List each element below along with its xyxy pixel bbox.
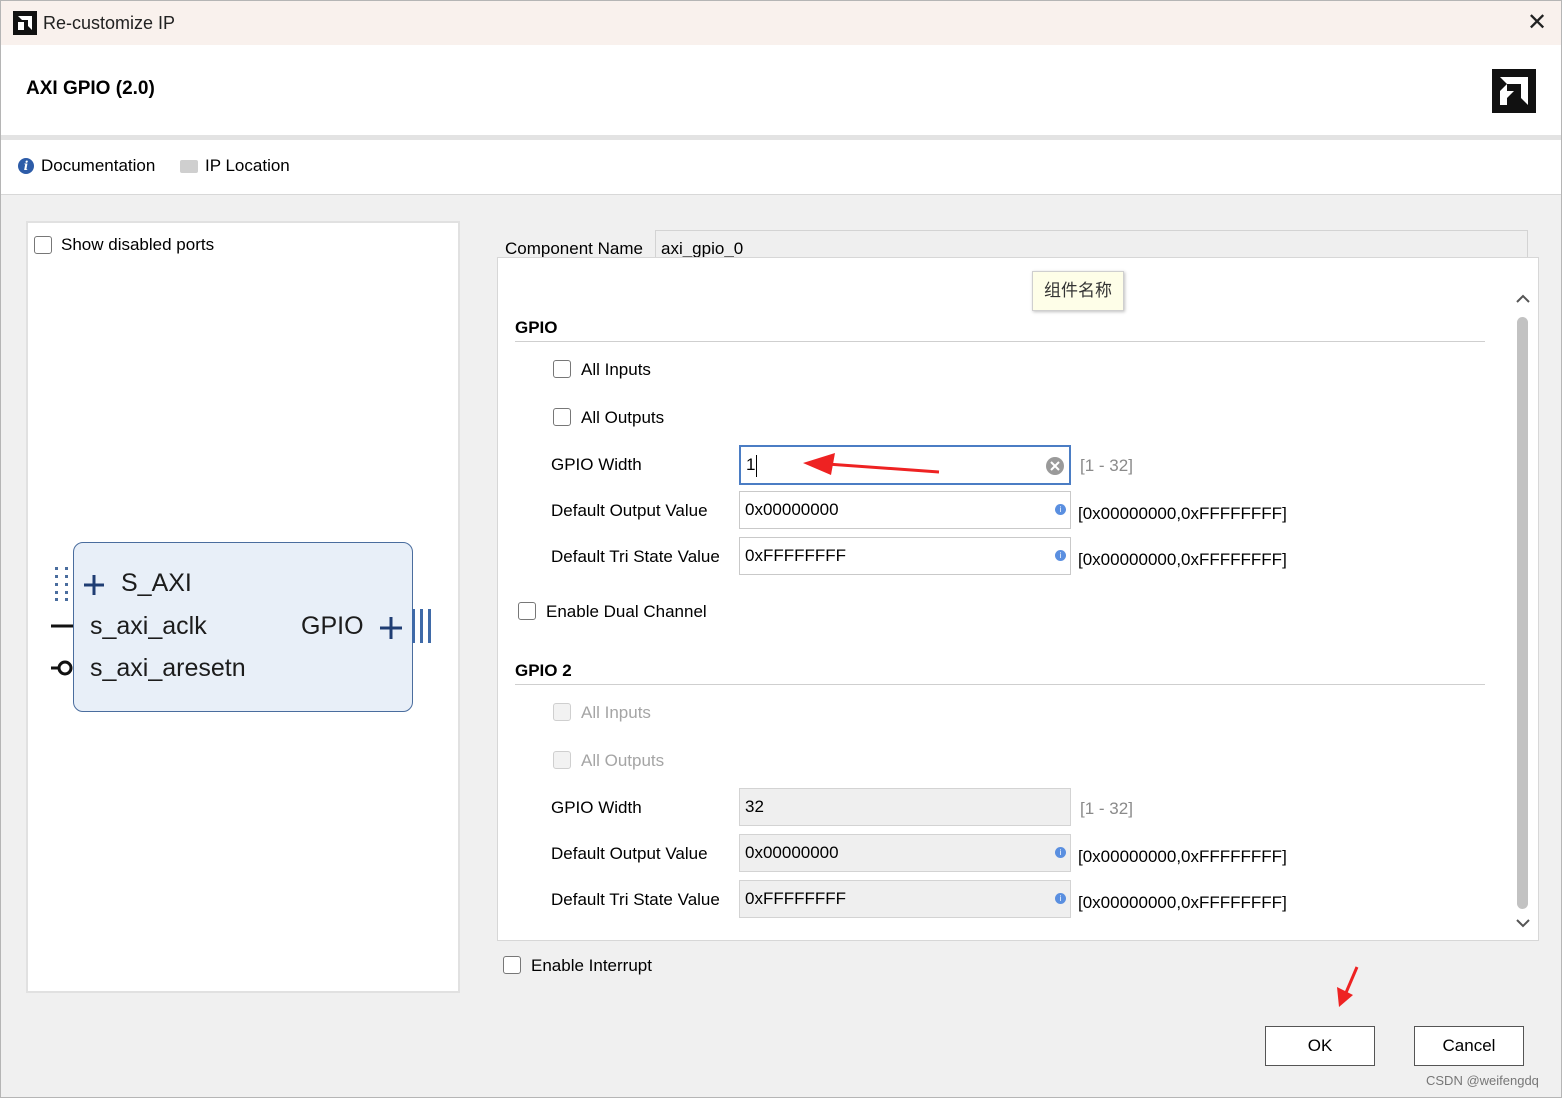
gpio2-all-inputs-label: All Inputs bbox=[581, 703, 651, 722]
folder-icon bbox=[180, 159, 198, 173]
gpio-default-output-value: 0x00000000 bbox=[745, 500, 839, 519]
app-logo-icon bbox=[13, 11, 37, 35]
ip-block-symbol: S_AXI s_axi_aclk s_axi_aresetn GPIO bbox=[73, 542, 413, 712]
ip-location-link[interactable]: IP Location bbox=[180, 156, 290, 176]
gpio-section-title: GPIO bbox=[515, 318, 558, 337]
gpio-width-value: 1 bbox=[746, 455, 756, 474]
gpio-all-outputs-label: All Outputs bbox=[581, 408, 665, 427]
gpio-default-output-range: [0x00000000,0xFFFFFFFF] bbox=[1078, 504, 1287, 523]
ip-location-label: IP Location bbox=[205, 156, 290, 175]
info-icon: i bbox=[1055, 504, 1066, 515]
cancel-button[interactable]: Cancel bbox=[1414, 1026, 1524, 1066]
gpio-tri-state-field[interactable]: 0xFFFFFFFF i bbox=[739, 537, 1071, 575]
gpio-all-outputs-checkbox[interactable] bbox=[553, 408, 571, 426]
gpio2-default-output-label: Default Output Value bbox=[551, 844, 708, 863]
enable-interrupt-checkbox[interactable] bbox=[503, 956, 521, 974]
enable-interrupt-label: Enable Interrupt bbox=[531, 956, 652, 975]
text-cursor bbox=[756, 454, 758, 477]
component-name-tooltip: 组件名称 bbox=[1032, 271, 1124, 311]
gpio2-tri-state-range: [0x00000000,0xFFFFFFFF] bbox=[1078, 893, 1287, 912]
documentation-label: Documentation bbox=[41, 156, 156, 175]
gpio2-default-output-field[interactable]: 0x00000000 i bbox=[739, 834, 1071, 872]
gpio2-all-outputs-checkbox[interactable] bbox=[553, 751, 571, 769]
dialog-window: Re-customize IP ✕ AXI GPIO (2.0) i Docum… bbox=[0, 0, 1562, 1098]
parameters-scrollbar[interactable] bbox=[1511, 289, 1535, 935]
info-icon: i bbox=[1055, 550, 1066, 561]
gpio2-width-label: GPIO Width bbox=[551, 798, 642, 817]
component-name-label: Component Name bbox=[505, 239, 643, 258]
expand-gpio-icon[interactable] bbox=[378, 615, 404, 641]
gpio2-tri-state-label: Default Tri State Value bbox=[551, 890, 720, 909]
scrollbar-thumb[interactable] bbox=[1517, 317, 1528, 909]
gpio-default-output-label: Default Output Value bbox=[551, 501, 708, 520]
enable-dual-channel-label: Enable Dual Channel bbox=[546, 602, 707, 621]
annotation-arrow-width bbox=[803, 453, 940, 475]
gpio2-section-divider bbox=[515, 684, 1485, 685]
info-icon: i bbox=[1055, 893, 1066, 904]
info-icon: i bbox=[1055, 847, 1066, 858]
gpio2-section-title: GPIO 2 bbox=[515, 661, 572, 680]
port-s-axi: S_AXI bbox=[121, 569, 192, 597]
dialog-header: AXI GPIO (2.0) bbox=[1, 45, 1561, 135]
show-disabled-ports-checkbox[interactable] bbox=[34, 236, 52, 254]
clear-icon[interactable] bbox=[1045, 456, 1065, 476]
gpio2-default-output-range: [0x00000000,0xFFFFFFFF] bbox=[1078, 847, 1287, 866]
gpio-tri-state-value: 0xFFFFFFFF bbox=[745, 546, 847, 565]
gpio2-tri-state-value: 0xFFFFFFFF bbox=[745, 889, 847, 908]
gpio-tri-state-range: [0x00000000,0xFFFFFFFF] bbox=[1078, 550, 1287, 569]
amd-logo-icon bbox=[1492, 69, 1536, 113]
scroll-up-icon[interactable] bbox=[1514, 291, 1532, 305]
gpio2-default-output-value: 0x00000000 bbox=[745, 843, 839, 862]
gpio-bus-stub bbox=[412, 609, 431, 643]
gpio-width-label: GPIO Width bbox=[551, 455, 642, 474]
gpio-all-inputs-checkbox[interactable] bbox=[553, 360, 571, 378]
gpio-section-divider bbox=[515, 341, 1485, 342]
expand-s-axi-icon[interactable] bbox=[82, 573, 106, 597]
close-icon[interactable]: ✕ bbox=[1523, 9, 1551, 37]
ip-title: AXI GPIO (2.0) bbox=[26, 78, 155, 99]
gpio2-all-outputs-label: All Outputs bbox=[581, 751, 665, 770]
window-title: Re-customize IP bbox=[43, 13, 176, 33]
toolbar: i Documentation IP Location bbox=[1, 140, 1561, 195]
annotation-arrow-ok bbox=[1337, 966, 1359, 1007]
scroll-down-icon[interactable] bbox=[1514, 917, 1532, 931]
gpio2-width-range: [1 - 32] bbox=[1080, 799, 1133, 818]
gpio2-all-inputs-checkbox[interactable] bbox=[553, 703, 571, 721]
documentation-link[interactable]: i Documentation bbox=[18, 156, 155, 176]
gpio2-width-field[interactable]: 32 bbox=[739, 788, 1071, 826]
gpio-all-inputs-label: All Inputs bbox=[581, 360, 651, 379]
ok-button[interactable]: OK bbox=[1265, 1026, 1375, 1066]
enable-dual-channel-checkbox[interactable] bbox=[518, 602, 536, 620]
show-disabled-ports-label: Show disabled ports bbox=[61, 235, 215, 254]
title-bar: Re-customize IP ✕ bbox=[1, 1, 1561, 45]
info-icon: i bbox=[18, 158, 34, 174]
port-gpio: GPIO bbox=[301, 612, 364, 640]
gpio-default-output-field[interactable]: 0x00000000 i bbox=[739, 491, 1071, 529]
watermark: CSDN @weifengdq bbox=[1426, 1073, 1539, 1088]
gpio-tri-state-label: Default Tri State Value bbox=[551, 547, 720, 566]
gpio-width-range: [1 - 32] bbox=[1080, 456, 1133, 475]
port-s-axi-aclk: s_axi_aclk bbox=[90, 612, 207, 640]
gpio2-tri-state-field[interactable]: 0xFFFFFFFF i bbox=[739, 880, 1071, 918]
port-s-axi-aresetn: s_axi_aresetn bbox=[90, 654, 246, 682]
